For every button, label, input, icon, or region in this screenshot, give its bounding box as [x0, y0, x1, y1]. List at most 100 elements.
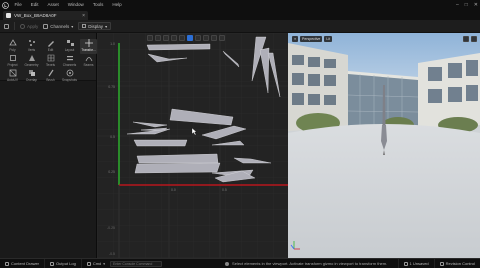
- tool-label: Layout: [64, 48, 75, 52]
- uv-label-below: -0.25: [107, 226, 115, 230]
- maximize-icon[interactable]: □: [465, 2, 468, 8]
- uv-label-bottom: -0.5: [109, 252, 115, 256]
- uv-grid: [97, 33, 288, 258]
- cmd-selector[interactable]: Cmd ▾ Enter Console Command: [82, 259, 167, 268]
- console-command-input[interactable]: Enter Console Command: [110, 260, 163, 267]
- preview-viewport[interactable]: ≡ Perspective Lit: [288, 33, 480, 258]
- document-tab-bar: VW_Box_B9AD8A0F ×: [0, 10, 480, 20]
- uv-island[interactable]: [134, 162, 221, 174]
- menu-window[interactable]: Window: [63, 0, 88, 10]
- menu-help[interactable]: Help: [108, 0, 126, 10]
- unreal-logo-icon[interactable]: [0, 0, 10, 10]
- perspective-button[interactable]: Perspective: [300, 36, 323, 42]
- edge-mode-icon[interactable]: [163, 34, 169, 41]
- triangle-mode-icon[interactable]: [171, 34, 177, 41]
- autouv-icon: [9, 69, 16, 77]
- maximize-viewport-icon[interactable]: [471, 36, 477, 42]
- output-log-button[interactable]: Output Log: [45, 258, 82, 268]
- tool-autouv[interactable]: AutoUV: [4, 69, 21, 84]
- snapshots-icon: [66, 69, 73, 77]
- building-windows: [292, 55, 336, 105]
- mesh-mode-icon[interactable]: [187, 34, 193, 41]
- poly-icon: [8, 39, 17, 46]
- scale-gizmo-icon[interactable]: [211, 34, 217, 41]
- tool-label: Verts: [27, 48, 36, 52]
- tool-seams[interactable]: Seams: [80, 54, 97, 69]
- document-tab[interactable]: VW_Box_B9AD8A0F ×: [3, 11, 88, 20]
- status-hint-text: Select elements in the viewport. Activat…: [232, 261, 388, 266]
- tool-palette: Poly Verts Edit Layout Transfor... Project Geo…: [0, 33, 97, 84]
- tool-verts[interactable]: Verts: [23, 39, 40, 54]
- minimize-icon[interactable]: –: [456, 2, 459, 8]
- revision-control-icon: [439, 261, 444, 266]
- tool-poly[interactable]: Poly: [4, 39, 21, 54]
- output-log-label: Output Log: [56, 261, 76, 266]
- tool-label: Snapshots: [61, 78, 78, 82]
- content-drawer-icon: [5, 261, 9, 266]
- display-dropdown[interactable]: Display ▾: [78, 22, 112, 30]
- tool-geometry[interactable]: Geometry: [23, 54, 40, 69]
- static-mesh-icon: [6, 13, 11, 18]
- tool-layout[interactable]: Layout: [61, 39, 78, 54]
- viewport-options-button[interactable]: ≡: [292, 36, 299, 42]
- cmd-label: Cmd: [92, 261, 102, 266]
- verts-icon: [28, 40, 35, 46]
- menu-asset[interactable]: Asset: [43, 0, 63, 10]
- unsaved-label: 1 Unsaved: [409, 261, 429, 266]
- content-drawer-label: Content Drawer: [11, 261, 40, 266]
- close-window-icon[interactable]: ✕: [474, 2, 478, 8]
- uv-label-upper-mid: 0.75: [108, 85, 115, 89]
- terminal-icon: [86, 261, 91, 266]
- chevron-down-icon: ▾: [103, 261, 106, 266]
- tool-overlap[interactable]: Overlap: [23, 69, 40, 84]
- save-button[interactable]: [4, 23, 9, 29]
- uv-label-baseline-right: 0.5: [222, 188, 227, 192]
- tool-label: Geometry: [24, 63, 39, 67]
- select-mode-icon[interactable]: [147, 34, 153, 41]
- texels-icon: [47, 54, 54, 62]
- tool-texels[interactable]: Texels: [42, 54, 59, 69]
- preview-toolbar: ≡ Perspective Lit: [292, 36, 333, 42]
- uv-island[interactable]: [133, 139, 188, 147]
- tool-brush[interactable]: Brush: [42, 69, 59, 84]
- tool-label: Transfor...: [81, 48, 96, 52]
- rotate-gizmo-icon[interactable]: [203, 34, 209, 41]
- menu-tools[interactable]: Tools: [88, 0, 108, 10]
- uv-editor-window: File Edit Asset Window Tools Help – □ ✕ …: [0, 0, 480, 268]
- geometry-icon: [28, 55, 35, 61]
- tool-project[interactable]: Project: [4, 54, 21, 69]
- output-log-icon: [50, 261, 55, 266]
- tool-channels[interactable]: Channels: [61, 54, 78, 69]
- content-drawer-button[interactable]: Content Drawer: [0, 258, 46, 268]
- chevron-down-icon: ▾: [105, 23, 108, 29]
- tools-panel: Poly Verts Edit Layout Transfor... Project Geo…: [0, 33, 97, 258]
- snap-icon[interactable]: [219, 34, 225, 41]
- menu-bar: File Edit Asset Window Tools Help – □ ✕: [0, 0, 480, 10]
- revision-control-button[interactable]: Revision Control: [433, 258, 480, 268]
- menu-file[interactable]: File: [10, 0, 26, 10]
- apply-label: Apply: [27, 23, 39, 29]
- island-mode-icon[interactable]: [179, 34, 185, 41]
- lit-mode-button[interactable]: Lit: [324, 36, 333, 42]
- chevron-down-icon: ▾: [71, 23, 74, 29]
- apply-button[interactable]: Apply: [20, 23, 39, 29]
- menu-edit[interactable]: Edit: [26, 0, 43, 10]
- tool-label: Seams: [83, 63, 94, 67]
- window-controls: – □ ✕: [456, 0, 478, 10]
- uv-viewport[interactable]: 1.0 0.75 0.5 0.25 0.0 0.5 -0.25 -0.5: [97, 33, 288, 258]
- unsaved-icon: [403, 261, 408, 266]
- tool-edit[interactable]: Edit: [42, 39, 59, 54]
- tool-snapshots[interactable]: Snapshots: [61, 69, 78, 84]
- tool-transform[interactable]: Transfor...: [80, 39, 97, 54]
- camera-speed-icon[interactable]: [463, 36, 469, 42]
- unsaved-button[interactable]: 1 Unsaved: [397, 258, 434, 268]
- vertex-mode-icon[interactable]: [155, 34, 161, 41]
- uv-viewport-toolbar: [97, 33, 288, 42]
- uv-island[interactable]: [146, 43, 211, 51]
- close-tab-icon[interactable]: ×: [82, 13, 85, 19]
- preview-scene: [288, 33, 480, 258]
- document-tab-title: VW_Box_B9AD8A0F: [14, 13, 57, 18]
- translate-gizmo-icon[interactable]: [195, 34, 201, 41]
- status-bar: Content Drawer Output Log Cmd ▾ Enter Co…: [0, 258, 480, 268]
- channels-button[interactable]: Channels ▾: [43, 23, 74, 29]
